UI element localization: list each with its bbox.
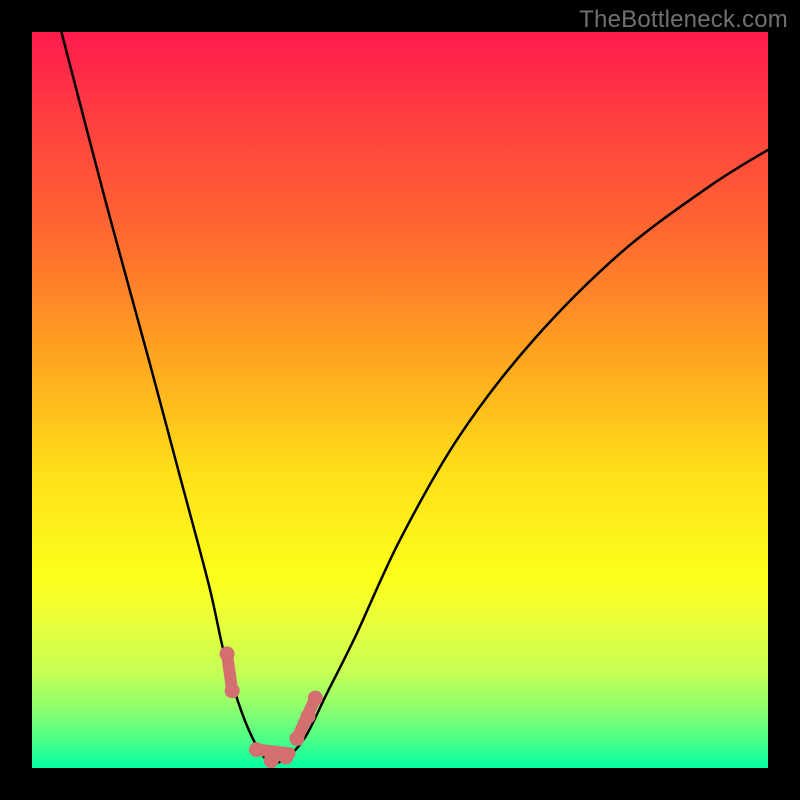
plot-area (32, 32, 768, 768)
watermark-text: TheBottleneck.com (579, 6, 788, 34)
curve-svg (32, 32, 768, 768)
bottleneck-curve (61, 32, 768, 763)
chart-frame: TheBottleneck.com (0, 0, 800, 800)
